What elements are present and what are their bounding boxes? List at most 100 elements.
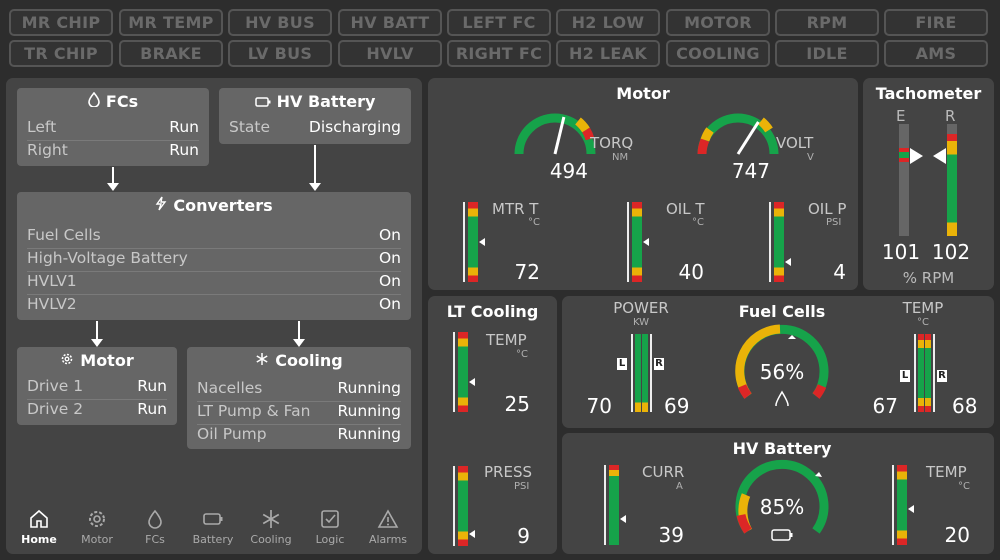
- nav-alarms-label: Alarms: [368, 533, 408, 546]
- hv-battery-card[interactable]: HV Battery State Discharging: [219, 88, 411, 144]
- hv-battery-title: HV Battery: [276, 92, 376, 111]
- gear-icon: [60, 351, 74, 370]
- tach-unit: % RPM: [902, 269, 955, 287]
- motor-card[interactable]: Motor Drive 1 Run Drive 2 Run: [17, 347, 177, 425]
- gear-icon: [89, 511, 105, 527]
- drive1-label: Drive 1: [27, 377, 84, 395]
- tach-e-pointer: [910, 148, 923, 164]
- bar-frame: [604, 465, 606, 545]
- warning-idle[interactable]: IDLE: [775, 40, 879, 67]
- warning-cooling[interactable]: COOLING: [666, 40, 770, 67]
- motor-temp-indicator: [479, 238, 485, 246]
- battery-icon: [203, 513, 223, 525]
- bar-frame: [453, 466, 455, 546]
- nav-motor[interactable]: Motor: [72, 508, 122, 546]
- hv-temp-value: 20: [944, 523, 970, 547]
- flow-arrow: [293, 321, 305, 347]
- hv-temp-label: TEMP: [926, 463, 967, 481]
- nav-fcs[interactable]: FCs: [130, 508, 180, 546]
- flow-arrow: [91, 321, 103, 347]
- fc-power-right-value: 69: [664, 394, 690, 418]
- warning-lv-bus[interactable]: LV BUS: [228, 40, 332, 67]
- voltage-gauge: [697, 113, 779, 155]
- warning-right-fc[interactable]: RIGHT FC: [447, 40, 551, 67]
- nav-battery[interactable]: Battery: [188, 508, 238, 546]
- tach-r-pointer: [933, 148, 946, 164]
- nav-home[interactable]: Home: [14, 508, 64, 546]
- oil-pump-value: Running: [337, 425, 401, 443]
- fc-power-right-tag: R: [654, 358, 664, 370]
- oil-press-bar: [774, 202, 784, 282]
- warning-brake[interactable]: BRAKE: [119, 40, 223, 67]
- cooling-card[interactable]: Cooling Nacelles Running LT Pump & Fan Run…: [187, 347, 411, 449]
- lt-press-indicator: [469, 530, 475, 538]
- warning-hvlv[interactable]: HVLV: [338, 40, 442, 67]
- warning-rpm[interactable]: RPM: [775, 9, 879, 36]
- oil-temp-value: 40: [678, 260, 704, 284]
- nacelles-label: Nacelles: [197, 379, 263, 397]
- fc-power-label: POWER: [613, 299, 669, 317]
- warning-mr-chip[interactable]: MR CHIP: [9, 9, 113, 36]
- warning-icon: [377, 509, 399, 528]
- fc-temp-right-tag: R: [937, 370, 947, 382]
- hv-current-label: CURR: [642, 463, 685, 481]
- warning-tr-chip[interactable]: TR CHIP: [9, 40, 113, 67]
- nav-cooling[interactable]: Cooling: [246, 508, 296, 546]
- tach-e-value: 101: [881, 240, 921, 264]
- snowflake-icon: [262, 510, 280, 528]
- warning-motor[interactable]: MOTOR: [666, 9, 770, 36]
- motor-panel: Motor TORQ NM 494 VOLT V 747 MTR T °C 72…: [428, 78, 858, 290]
- warning-h2-low[interactable]: H2 LOW: [556, 9, 660, 36]
- conv-hvlv1-value: On: [378, 272, 401, 290]
- warning-fire[interactable]: FIRE: [884, 9, 988, 36]
- warning-hv-batt[interactable]: HV BATT: [338, 9, 442, 36]
- hv-state-label: State: [229, 118, 271, 136]
- warning-h2-leak[interactable]: H2 LEAK: [556, 40, 660, 67]
- warning-mr-temp[interactable]: MR TEMP: [119, 9, 223, 36]
- fc-power-left-tag: L: [617, 358, 627, 370]
- fc-temp-right-bar: [925, 334, 931, 412]
- nav-battery-label: Battery: [192, 533, 234, 546]
- system-overview-panel: FCs Left Run Right Run HV Battery State Dis…: [6, 78, 422, 554]
- lt-pump-value: Running: [337, 402, 401, 420]
- droplet-icon: [88, 91, 100, 111]
- bar-frame: [933, 334, 935, 412]
- flow-arrow: [309, 145, 321, 191]
- nav-motor-label: Motor: [81, 533, 113, 546]
- hv-current-indicator: [620, 515, 626, 523]
- battery-icon: [254, 92, 271, 111]
- fc-percent-value: 56%: [759, 360, 805, 384]
- flow-arrow: [107, 167, 119, 191]
- voltage-label: VOLT: [776, 134, 814, 152]
- lt-temp-value: 25: [504, 392, 530, 416]
- motor-card-title: Motor: [80, 351, 134, 370]
- torque-gauge: [514, 113, 596, 155]
- warning-hv-bus[interactable]: HV BUS: [228, 9, 332, 36]
- warning-ams[interactable]: AMS: [884, 40, 988, 67]
- fc-right-label: Right: [27, 141, 68, 159]
- warning-left-fc[interactable]: LEFT FC: [447, 9, 551, 36]
- bar-frame: [463, 202, 465, 282]
- fc-left-value: Run: [169, 118, 199, 136]
- bar-frame: [892, 465, 894, 545]
- hv-state-value: Discharging: [308, 118, 401, 136]
- home-icon: [30, 509, 48, 528]
- oil-press-label: OIL P: [808, 200, 847, 218]
- fc-temp-left-value: 67: [872, 394, 898, 418]
- nacelles-value: Running: [337, 379, 401, 397]
- fcs-card[interactable]: FCs Left Run Right Run: [17, 88, 209, 166]
- motor-temp-unit: °C: [528, 217, 540, 228]
- converters-card[interactable]: Converters Fuel Cells On High-Voltage Bat…: [17, 192, 411, 320]
- bar-frame: [453, 332, 455, 412]
- motor-temp-value: 72: [514, 260, 540, 284]
- oil-temp-indicator: [643, 238, 649, 246]
- lt-temp-label: TEMP: [486, 331, 527, 349]
- motor-temp-bar: [468, 202, 478, 282]
- oil-temp-label: OIL T: [666, 200, 705, 218]
- oil-pump-label: Oil Pump: [197, 425, 267, 443]
- lt-cooling-title: LT Cooling: [446, 302, 539, 321]
- nav-alarms[interactable]: Alarms: [363, 508, 413, 546]
- lightning-icon: [155, 196, 167, 215]
- nav-logic[interactable]: Logic: [305, 508, 355, 546]
- motor-temp-label: MTR T: [492, 200, 539, 218]
